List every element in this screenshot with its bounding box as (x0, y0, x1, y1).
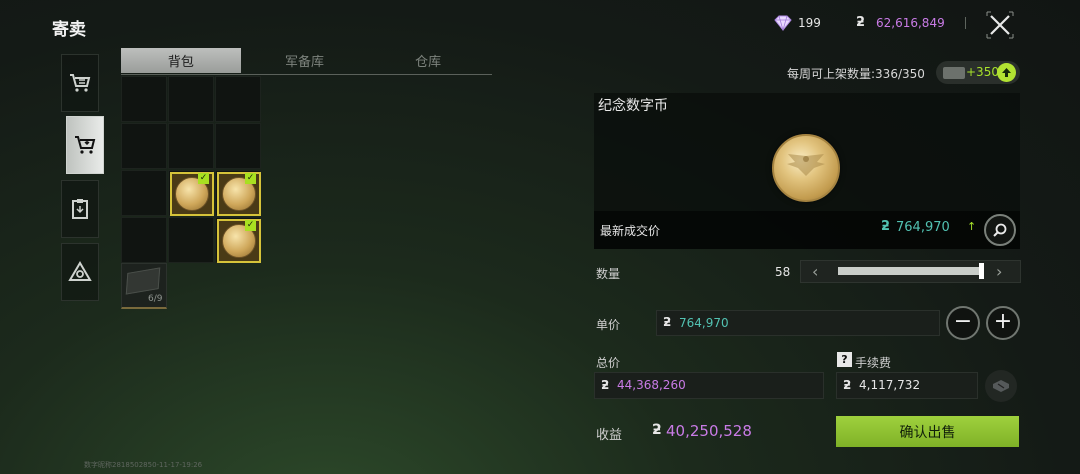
ticket-icon (943, 67, 965, 79)
close-icon[interactable] (985, 10, 1015, 40)
page-title: 寄卖 (52, 20, 86, 40)
money-icon: ƻ (601, 378, 610, 392)
quantity-label: 数量 (596, 267, 621, 281)
total-price-value: 44,368,260 (617, 378, 686, 392)
gem-balance: 199 (798, 16, 821, 30)
money-balance: 62,616,849 (876, 16, 945, 30)
latest-price-value: 764,970 (896, 220, 950, 235)
sell-cart-icon (75, 136, 96, 154)
divider (965, 17, 966, 29)
weekly-listing-limit: 每周可上架数量:336/350 (787, 67, 925, 81)
money-icon: ƻ (881, 219, 891, 234)
nav-buy-button[interactable] (61, 54, 99, 112)
money-icon: ƻ (856, 15, 866, 30)
latest-price-label: 最新成交价 (600, 224, 661, 238)
ticket-icon (993, 380, 1009, 392)
inventory-cell[interactable] (215, 76, 261, 122)
quantity-slider-knob[interactable] (979, 263, 984, 279)
arrow-up-icon (1002, 68, 1011, 77)
increase-quantity-icon[interactable]: › (996, 262, 1002, 281)
inventory-cell[interactable] (121, 76, 167, 122)
check-icon: ✓ (245, 220, 256, 231)
quantity-slider-track[interactable] (838, 267, 981, 275)
watermark: 数字昵称2818502850-11-17-19:26 (84, 461, 203, 469)
inventory-cell[interactable] (215, 123, 261, 169)
nav-delta-button[interactable] (61, 243, 99, 301)
fee-ticket-button[interactable] (985, 370, 1017, 402)
search-icon (993, 223, 1007, 237)
income-value: 40,250,528 (666, 422, 752, 440)
gem-icon (774, 15, 792, 31)
upgrade-limit-button[interactable] (997, 63, 1016, 82)
unit-price-value[interactable]: 764,970 (679, 316, 729, 330)
inventory-cell[interactable] (168, 123, 214, 169)
storage-tabs: 背包 军备库 仓库 (121, 48, 492, 75)
nav-sell-button[interactable] (66, 116, 104, 174)
fee-label: 手续费 (855, 356, 892, 370)
price-search-button[interactable] (984, 214, 1016, 246)
tab-warehouse[interactable]: 仓库 (368, 48, 488, 73)
quantity-value: 58 (775, 265, 791, 279)
delta-logo-icon (68, 261, 92, 281)
money-icon: ƻ (663, 315, 672, 329)
check-icon: ✓ (245, 173, 256, 184)
inventory-cell[interactable] (168, 217, 214, 263)
inventory-cell[interactable] (121, 217, 167, 263)
coin-emblem-icon (787, 154, 825, 176)
nav-orders-button[interactable] (61, 180, 99, 238)
income-label: 收益 (596, 428, 623, 443)
confirm-sell-button[interactable]: 确认出售 (836, 416, 1019, 447)
inventory-cell[interactable] (121, 123, 167, 169)
inventory-cell[interactable] (168, 76, 214, 122)
inventory-cell[interactable] (121, 170, 167, 216)
money-icon: ƻ (652, 422, 662, 438)
help-icon[interactable]: ? (837, 352, 852, 367)
unit-price-label: 单价 (596, 318, 621, 332)
inventory-grid (121, 76, 261, 263)
item-name: 纪念数字币 (598, 98, 668, 114)
item-durability: 6/9 (148, 294, 163, 304)
decrease-price-button[interactable]: − (946, 306, 980, 340)
money-icon: ƻ (843, 378, 852, 392)
decrease-quantity-icon[interactable]: ‹ (812, 262, 818, 281)
increase-price-button[interactable]: + (986, 306, 1020, 340)
fee-value: 4,117,732 (859, 378, 921, 392)
total-price-label: 总价 (596, 356, 621, 370)
check-icon: ✓ (198, 173, 209, 184)
clipboard-icon (72, 199, 88, 219)
ticket-bonus: +350 (966, 65, 999, 79)
tab-armory[interactable]: 军备库 (245, 48, 365, 73)
tab-backpack[interactable]: 背包 (121, 48, 241, 73)
trend-up-icon: ↑ (967, 220, 977, 233)
cart-icon (70, 74, 91, 92)
